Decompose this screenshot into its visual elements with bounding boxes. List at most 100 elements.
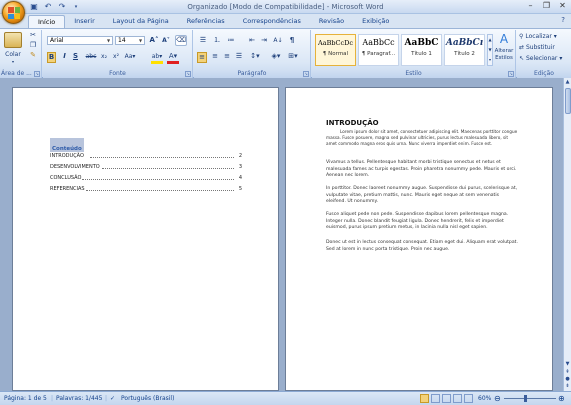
show-marks-icon[interactable]: ¶ [287, 36, 297, 45]
styles-group-label: Estilo [312, 69, 515, 78]
borders-icon[interactable]: ⊞▾ [287, 52, 299, 61]
font-name-combo[interactable]: Arial ▼ [47, 36, 113, 45]
scroll-up-icon[interactable]: ▲ [564, 79, 571, 85]
shading-icon[interactable]: ◈▾ [270, 52, 282, 61]
align-center-icon[interactable]: ≡ [210, 52, 220, 61]
close-button[interactable]: ✕ [556, 1, 569, 11]
previous-page-icon[interactable]: ⇞ [564, 369, 571, 375]
font-size-combo[interactable]: 14 ▼ [115, 36, 145, 45]
select-button[interactable]: ↖ Selecionar ▾ [519, 54, 569, 63]
underline-icon[interactable]: S [71, 52, 80, 61]
clipboard-launcher-icon[interactable]: ↘ [34, 71, 40, 77]
ribbon-tabs: Início Inserir Layout da Página Referênc… [28, 15, 398, 28]
zoom-out-icon[interactable]: ⊖ [494, 394, 501, 403]
proofing-icon[interactable]: ✓ [110, 395, 115, 402]
help-icon[interactable]: ? [561, 16, 565, 24]
find-label: Localizar [525, 33, 552, 40]
view-full-screen-icon[interactable] [431, 394, 440, 403]
scroll-down-icon[interactable]: ▼ [564, 361, 571, 367]
zoom-slider-track[interactable] [504, 398, 556, 399]
scroll-thumb[interactable] [565, 88, 571, 114]
increase-indent-icon[interactable]: ⇥ [259, 36, 269, 45]
italic-icon[interactable]: I [60, 52, 69, 61]
intro-heading: INTRODUÇÃO [326, 119, 379, 127]
styles-launcher-icon[interactable]: ↘ [508, 71, 514, 77]
align-right-icon[interactable]: ≡ [222, 52, 232, 61]
decrease-indent-icon[interactable]: ⇤ [247, 36, 257, 45]
page-indicator[interactable]: Página: 1 de 5 [4, 395, 47, 402]
font-color-icon[interactable]: A▾ [167, 52, 179, 64]
cut-icon[interactable]: ✂ [28, 31, 38, 40]
shrink-font-icon[interactable]: A˅ [161, 36, 171, 45]
paragraph: Lorem ipsum dolor sit amet, consectetuer… [326, 129, 518, 146]
minimize-button[interactable]: – [524, 1, 537, 11]
clipboard-group: Colar ▾ ✂ ❐ ✎ Área de ... ↘ [0, 30, 42, 78]
style-normal[interactable]: AaBbCcDc ¶ Normal [315, 34, 356, 66]
view-web-icon[interactable] [442, 394, 451, 403]
paste-icon[interactable] [4, 32, 22, 48]
sort-icon[interactable]: A↓ [273, 36, 283, 45]
browse-object-icon[interactable]: ● [564, 376, 571, 382]
justify-icon[interactable]: ☰ [234, 52, 244, 61]
toc-page-number: 2 [238, 153, 242, 159]
page-1[interactable]: Conteúdo INTRODUÇÃO 2 DESENVOLVIMENTO 3 … [12, 87, 279, 391]
tab-revisao[interactable]: Revisão [310, 15, 353, 28]
font-group-label: Fonte [43, 69, 192, 78]
toc-entry[interactable]: DESENVOLVIMENTO 3 [50, 164, 242, 170]
tab-layout[interactable]: Layout da Página [104, 15, 178, 28]
zoom-slider-thumb[interactable] [524, 395, 527, 402]
style-titulo-1[interactable]: AaBbC Título 1 [401, 34, 442, 66]
word-count[interactable]: Palavras: 1/445 [56, 395, 102, 402]
view-draft-icon[interactable] [464, 394, 473, 403]
style-titulo-2[interactable]: AaBbCı Título 2 [444, 34, 485, 66]
style-paragraf[interactable]: AaBbCc ¶ Paragraf... [358, 34, 399, 66]
highlight-icon[interactable]: ab▾ [151, 52, 163, 64]
tab-inserir[interactable]: Inserir [65, 15, 104, 28]
vertical-scrollbar[interactable]: ▲ ▼ ⇞ ● ⇟ [563, 78, 571, 391]
zoom-level[interactable]: 60% [478, 395, 491, 402]
style-preview: AaBbCcDc [318, 39, 353, 47]
office-button[interactable] [2, 1, 25, 24]
language-indicator[interactable]: Português (Brasil) [121, 395, 174, 402]
subscript-icon[interactable]: x₂ [99, 52, 109, 61]
paste-dropdown-icon[interactable]: ▾ [9, 57, 17, 66]
page-2[interactable]: INTRODUÇÃO Lorem ipsum dolor sit amet, c… [285, 87, 553, 391]
numbering-icon[interactable]: ⒈ [211, 36, 223, 45]
tab-correspondencias[interactable]: Correspondências [234, 15, 310, 28]
toc-entry-label: INTRODUÇÃO [50, 153, 84, 159]
bullets-icon[interactable]: ☰ [197, 36, 209, 45]
bold-icon[interactable]: B [47, 52, 56, 63]
toc-entry[interactable]: INTRODUÇÃO 2 [50, 153, 242, 159]
tab-inicio[interactable]: Início [28, 15, 66, 28]
find-button[interactable]: ⚲ Localizar ▾ [519, 32, 569, 41]
paragraph-group-label: Parágrafo [194, 69, 310, 78]
align-left-icon[interactable]: ≡ [197, 52, 207, 63]
multilevel-list-icon[interactable]: ≔ [225, 36, 237, 45]
superscript-icon[interactable]: x² [111, 52, 121, 61]
view-print-layout-icon[interactable] [420, 394, 429, 403]
zoom-in-icon[interactable]: ⊕ [558, 394, 565, 403]
strikethrough-icon[interactable]: abc [85, 52, 97, 61]
line-spacing-icon[interactable]: ↕▾ [249, 52, 261, 61]
font-launcher-icon[interactable]: ↘ [185, 71, 191, 77]
change-case-icon[interactable]: Aa▾ [124, 52, 136, 61]
toc-leader [86, 190, 234, 191]
clear-format-icon[interactable]: ⌫ [175, 35, 187, 46]
toc-entry[interactable]: CONCLUSÃO 4 [50, 175, 242, 181]
change-styles-button[interactable]: Alterar Estilos [491, 48, 517, 62]
paragraph-launcher-icon[interactable]: ↘ [303, 71, 309, 77]
copy-icon[interactable]: ❐ [28, 41, 38, 50]
format-painter-icon[interactable]: ✎ [28, 51, 38, 60]
tab-referencias[interactable]: Referências [178, 15, 234, 28]
change-styles-icon[interactable]: A [496, 32, 512, 46]
replace-button[interactable]: ⇄ Substituir [519, 43, 569, 52]
maximize-button[interactable]: ❐ [540, 1, 553, 11]
grow-font-icon[interactable]: A˄ [149, 36, 159, 45]
tab-exibicao[interactable]: Exibição [353, 15, 398, 28]
toc-entry-label: CONCLUSÃO [50, 175, 82, 181]
view-outline-icon[interactable] [453, 394, 462, 403]
toc-page-number: 3 [238, 164, 242, 170]
window-title: Organizado [Modo de Compatibilidade] - M… [187, 3, 384, 11]
next-page-icon[interactable]: ⇟ [564, 383, 571, 389]
toc-entry[interactable]: REFERENCIAS 5 [50, 186, 242, 192]
